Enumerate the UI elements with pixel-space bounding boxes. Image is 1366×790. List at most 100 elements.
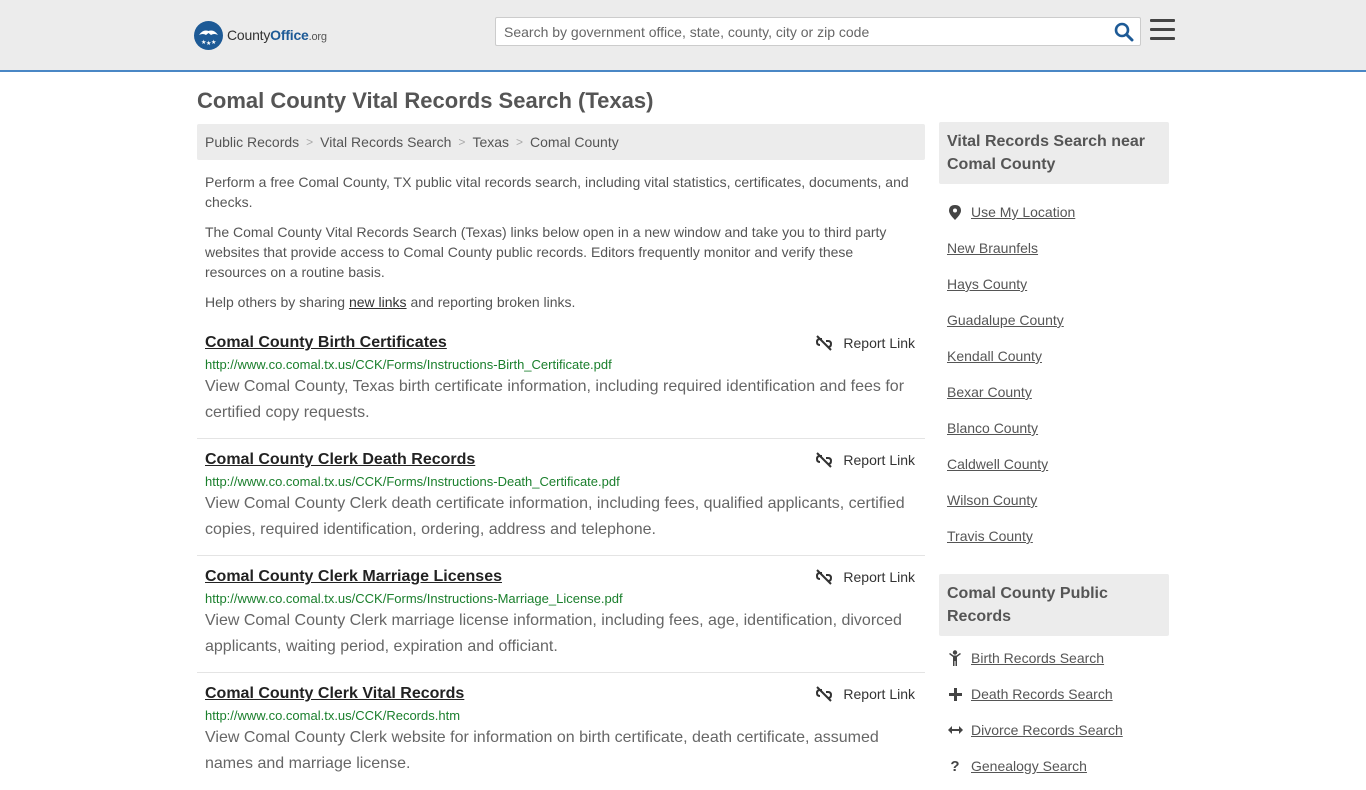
arrows-icon [947, 725, 963, 735]
breadcrumb-vital-records-search[interactable]: Vital Records Search [320, 134, 451, 150]
intro-text: Perform a free Comal County, TX public v… [197, 160, 925, 312]
result-description: View Comal County, Texas birth certifica… [205, 378, 905, 421]
result-title-link[interactable]: Comal County Clerk Vital Records [205, 685, 464, 703]
broken-link-icon [816, 569, 833, 585]
site-logo[interactable]: ★ ★ ★ CountyOffice.org [194, 20, 327, 50]
use-my-location-link[interactable]: Use My Location [971, 204, 1075, 220]
result-item: Comal County Birth Certificates Report L… [197, 322, 925, 439]
result-title-link[interactable]: Comal County Birth Certificates [205, 334, 447, 352]
svg-text:★: ★ [211, 39, 216, 46]
nearby-link[interactable]: Blanco County [947, 420, 1038, 436]
sidebar: Vital Records Search near Comal County U… [939, 122, 1169, 784]
result-item: Comal County Clerk Death Records Report … [197, 439, 925, 556]
logo-text-bold: Office [270, 27, 309, 43]
death-records-search-link[interactable]: Death Records Search [971, 686, 1113, 702]
divorce-records-search-link[interactable]: Divorce Records Search [971, 722, 1123, 738]
new-links-link[interactable]: new links [349, 294, 407, 310]
broken-link-icon [816, 335, 833, 351]
results-list: Comal County Birth Certificates Report L… [197, 322, 925, 790]
intro-paragraph-2: The Comal County Vital Records Search (T… [205, 224, 887, 280]
use-location-item: Use My Location [947, 194, 1169, 230]
nearby-list: Use My Location New Braunfels Hays Count… [939, 184, 1169, 554]
result-url: http://www.co.comal.tx.us/CCK/Records.ht… [205, 708, 461, 723]
logo-text: CountyOffice.org [227, 27, 327, 43]
breadcrumb-comal-county[interactable]: Comal County [530, 134, 619, 150]
search-icon [1114, 22, 1134, 42]
hamburger-menu-icon[interactable] [1150, 19, 1175, 41]
logo-seal-icon: ★ ★ ★ [194, 20, 223, 50]
breadcrumb-public-records[interactable]: Public Records [205, 134, 299, 150]
nearby-item: New Braunfels [947, 230, 1169, 266]
cross-icon [947, 687, 963, 701]
nearby-item: Wilson County [947, 482, 1169, 518]
public-record-item: Divorce Records Search [947, 712, 1169, 748]
result-description: View Comal County Clerk website for info… [205, 729, 879, 772]
nearby-item: Travis County [947, 518, 1169, 554]
nearby-section-title: Vital Records Search near Comal County [939, 122, 1169, 184]
site-header: ★ ★ ★ CountyOffice.org [0, 0, 1366, 72]
result-item: Comal County Clerk Vital Records Report … [197, 673, 925, 790]
report-link-button[interactable]: Report Link [816, 569, 915, 585]
result-description: View Comal County Clerk death certificat… [205, 495, 905, 538]
genealogy-search-link[interactable]: Genealogy Search [971, 758, 1087, 774]
intro-paragraph-3: Help others by sharing new links and rep… [205, 292, 917, 312]
broken-link-icon [816, 452, 833, 468]
public-record-item: ? Genealogy Search [947, 748, 1169, 784]
nearby-item: Bexar County [947, 374, 1169, 410]
nearby-item: Caldwell County [947, 446, 1169, 482]
nearby-link[interactable]: Kendall County [947, 348, 1042, 364]
birth-records-search-link[interactable]: Birth Records Search [971, 650, 1104, 666]
report-link-label: Report Link [843, 452, 915, 468]
question-icon: ? [950, 757, 960, 775]
breadcrumb-separator-icon: > [306, 135, 314, 149]
nearby-link[interactable]: Caldwell County [947, 456, 1048, 472]
nearby-item: Kendall County [947, 338, 1169, 374]
broken-link-icon [816, 686, 833, 702]
nearby-item: Blanco County [947, 410, 1169, 446]
page-title: Comal County Vital Records Search (Texas… [197, 88, 654, 113]
result-title-link[interactable]: Comal County Clerk Marriage Licenses [205, 568, 502, 586]
logo-text-prefix: County [227, 27, 271, 43]
result-description: View Comal County Clerk marriage license… [205, 612, 902, 655]
map-pin-icon [947, 204, 963, 220]
menu-bar [1150, 37, 1175, 40]
result-url: http://www.co.comal.tx.us/CCK/Forms/Inst… [205, 474, 620, 489]
menu-bar [1150, 19, 1175, 22]
nearby-item: Hays County [947, 266, 1169, 302]
report-link-label: Report Link [843, 569, 915, 585]
breadcrumb-separator-icon: > [458, 135, 466, 149]
nearby-link[interactable]: Bexar County [947, 384, 1032, 400]
search-box [495, 17, 1141, 46]
search-input[interactable] [496, 18, 1106, 45]
report-link-button[interactable]: Report Link [816, 452, 915, 468]
public-record-item: Birth Records Search [947, 640, 1169, 676]
nearby-item: Guadalupe County [947, 302, 1169, 338]
result-url: http://www.co.comal.tx.us/CCK/Forms/Inst… [205, 357, 612, 372]
public-records-list: Birth Records Search Death Records Searc… [939, 636, 1169, 784]
breadcrumb-texas[interactable]: Texas [472, 134, 509, 150]
result-url: http://www.co.comal.tx.us/CCK/Forms/Inst… [205, 591, 623, 606]
breadcrumb-separator-icon: > [516, 135, 524, 149]
report-link-label: Report Link [843, 335, 915, 351]
breadcrumb: Public Records > Vital Records Search > … [197, 124, 925, 160]
intro-p3-after: and reporting broken links. [406, 294, 576, 310]
report-link-button[interactable]: Report Link [816, 335, 915, 351]
menu-bar [1150, 28, 1175, 31]
result-item: Comal County Clerk Marriage Licenses Rep… [197, 556, 925, 673]
result-title-link[interactable]: Comal County Clerk Death Records [205, 451, 475, 469]
public-records-section-title: Comal County Public Records [939, 574, 1169, 636]
nearby-link[interactable]: Hays County [947, 276, 1027, 292]
nearby-link[interactable]: Guadalupe County [947, 312, 1064, 328]
intro-paragraph-1: Perform a free Comal County, TX public v… [205, 174, 909, 210]
nearby-link[interactable]: Wilson County [947, 492, 1037, 508]
public-record-item: Death Records Search [947, 676, 1169, 712]
nearby-link[interactable]: Travis County [947, 528, 1033, 544]
intro-p3-before: Help others by sharing [205, 294, 349, 310]
main-content: Public Records > Vital Records Search > … [197, 124, 925, 790]
logo-text-suffix: .org [308, 31, 327, 43]
search-button[interactable] [1114, 22, 1134, 42]
child-icon [947, 650, 963, 666]
nearby-link[interactable]: New Braunfels [947, 240, 1038, 256]
report-link-button[interactable]: Report Link [816, 686, 915, 702]
report-link-label: Report Link [843, 686, 915, 702]
